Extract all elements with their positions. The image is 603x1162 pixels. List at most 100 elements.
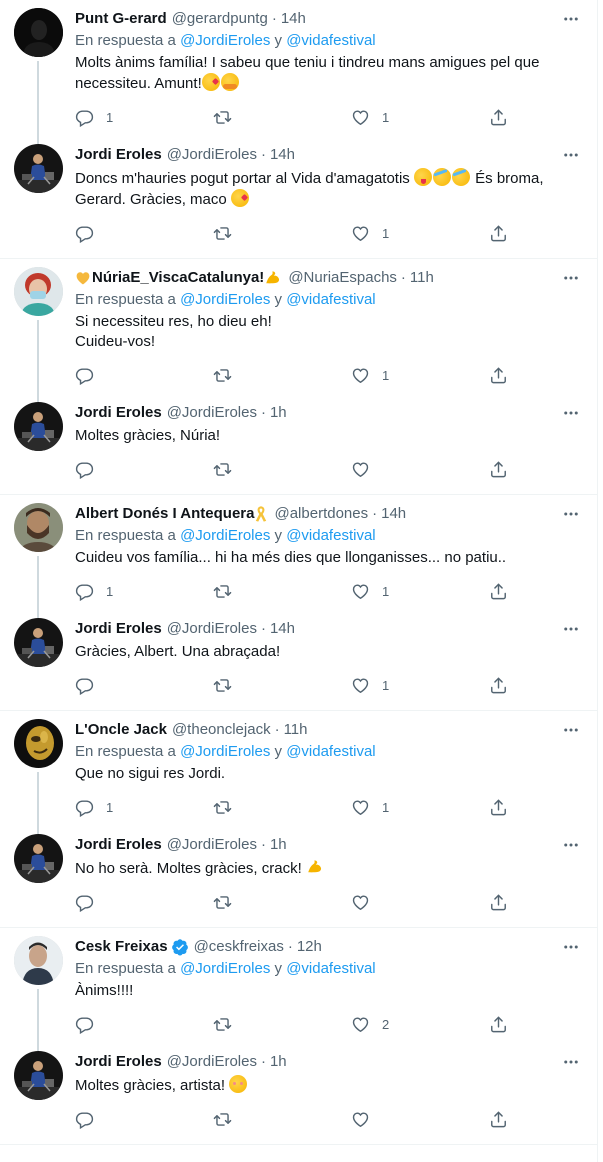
share-button[interactable] xyxy=(489,893,508,912)
timestamp[interactable]: 11h xyxy=(284,720,308,740)
reply-button[interactable] xyxy=(75,366,213,385)
retweet-button[interactable] xyxy=(213,108,351,127)
retweet-button[interactable] xyxy=(213,676,351,695)
author-handle[interactable]: @albertdones xyxy=(274,504,368,524)
retweet-button[interactable] xyxy=(213,582,351,601)
avatar[interactable] xyxy=(14,936,63,985)
tweet[interactable]: Punt G-erard @gerardpuntg · 14h En respu… xyxy=(0,0,597,144)
mention-link[interactable]: @vidafestival xyxy=(286,32,375,49)
avatar[interactable] xyxy=(14,144,63,193)
mention-link[interactable]: @JordiEroles xyxy=(180,527,270,544)
share-button[interactable] xyxy=(489,1110,508,1129)
mention-link[interactable]: @JordiEroles xyxy=(180,960,270,977)
author-handle[interactable]: @ceskfreixas xyxy=(194,937,284,957)
like-button[interactable]: 1 xyxy=(351,224,489,243)
reply-button[interactable] xyxy=(75,460,213,479)
like-button[interactable]: 1 xyxy=(351,108,489,127)
share-button[interactable] xyxy=(489,460,508,479)
author-handle[interactable]: @JordiEroles xyxy=(167,403,257,423)
author-handle[interactable]: @gerardpuntg xyxy=(172,9,268,29)
timestamp[interactable]: 12h xyxy=(297,937,322,957)
reply-button[interactable] xyxy=(75,676,213,695)
share-button[interactable] xyxy=(489,108,508,127)
retweet-button[interactable] xyxy=(213,224,351,243)
tweet[interactable]: NúriaE_ViscaCatalunya! @NuriaEspachs · 1… xyxy=(0,259,597,402)
more-options-icon[interactable] xyxy=(561,403,581,423)
author-name[interactable]: Jordi Eroles xyxy=(75,145,162,165)
author-handle[interactable]: @JordiEroles xyxy=(167,835,257,855)
author-handle[interactable]: @JordiEroles xyxy=(167,1052,257,1072)
timestamp[interactable]: 11h xyxy=(410,268,434,288)
retweet-button[interactable] xyxy=(213,798,351,817)
tweet[interactable]: Cesk Freixas @ceskfreixas · 12h En respu… xyxy=(0,928,597,1051)
tweet[interactable]: Jordi Eroles @JordiEroles · 1h Moltes gr… xyxy=(0,1049,597,1144)
avatar[interactable] xyxy=(14,267,63,316)
avatar[interactable] xyxy=(14,719,63,768)
author-name[interactable]: L'Oncle Jack xyxy=(75,720,167,740)
reply-button[interactable]: 1 xyxy=(75,108,213,127)
mention-link[interactable]: @vidafestival xyxy=(286,960,375,977)
share-button[interactable] xyxy=(489,224,508,243)
author-name[interactable]: Jordi Eroles xyxy=(75,835,162,855)
author-handle[interactable]: @JordiEroles xyxy=(167,619,257,639)
timestamp[interactable]: 14h xyxy=(281,9,306,29)
share-button[interactable] xyxy=(489,366,508,385)
timestamp[interactable]: 1h xyxy=(270,1052,287,1072)
share-button[interactable] xyxy=(489,1015,508,1034)
mention-link[interactable]: @JordiEroles xyxy=(180,32,270,49)
like-button[interactable] xyxy=(351,1110,489,1129)
tweet[interactable]: Jordi Eroles @JordiEroles · 1h No ho ser… xyxy=(0,832,597,927)
mention-link[interactable]: @vidafestival xyxy=(286,743,375,760)
mention-link[interactable]: @vidafestival xyxy=(286,291,375,308)
author-name[interactable]: Jordi Eroles xyxy=(75,1052,162,1072)
retweet-button[interactable] xyxy=(213,366,351,385)
avatar[interactable] xyxy=(14,8,63,57)
retweet-button[interactable] xyxy=(213,893,351,912)
retweet-button[interactable] xyxy=(213,460,351,479)
avatar[interactable] xyxy=(14,834,63,883)
timestamp[interactable]: 1h xyxy=(270,835,287,855)
tweet[interactable]: Albert Donés I Antequera @albertdones · … xyxy=(0,495,597,618)
reply-button[interactable]: 1 xyxy=(75,582,213,601)
author-handle[interactable]: @theonclejack xyxy=(172,720,271,740)
avatar[interactable] xyxy=(14,402,63,451)
timestamp[interactable]: 14h xyxy=(270,145,295,165)
avatar[interactable] xyxy=(14,1051,63,1100)
tweet[interactable]: Jordi Eroles @JordiEroles · 14h Gràcies,… xyxy=(0,616,597,710)
author-name[interactable]: Albert Donés I Antequera xyxy=(75,504,254,524)
author-name[interactable]: Cesk Freixas xyxy=(75,937,168,957)
author-handle[interactable]: @JordiEroles xyxy=(167,145,257,165)
timestamp[interactable]: 14h xyxy=(381,504,406,524)
like-button[interactable]: 1 xyxy=(351,582,489,601)
more-options-icon[interactable] xyxy=(561,835,581,855)
like-button[interactable] xyxy=(351,460,489,479)
like-button[interactable]: 1 xyxy=(351,676,489,695)
tweet[interactable]: L'Oncle Jack @theonclejack · 11h En resp… xyxy=(0,711,597,834)
more-options-icon[interactable] xyxy=(561,9,581,29)
share-button[interactable] xyxy=(489,582,508,601)
author-handle[interactable]: @NuriaEspachs xyxy=(288,268,397,288)
tweet[interactable]: Jordi Eroles @JordiEroles · 14h Doncs m'… xyxy=(0,142,597,258)
share-button[interactable] xyxy=(489,676,508,695)
more-options-icon[interactable] xyxy=(561,145,581,165)
like-button[interactable]: 2 xyxy=(351,1015,489,1034)
reply-button[interactable] xyxy=(75,224,213,243)
author-name[interactable]: Jordi Eroles xyxy=(75,619,162,639)
reply-button[interactable] xyxy=(75,1110,213,1129)
more-options-icon[interactable] xyxy=(561,504,581,524)
author-name[interactable]: Jordi Eroles xyxy=(75,403,162,423)
retweet-button[interactable] xyxy=(213,1110,351,1129)
more-options-icon[interactable] xyxy=(561,720,581,740)
retweet-button[interactable] xyxy=(213,1015,351,1034)
more-options-icon[interactable] xyxy=(561,1052,581,1072)
tweet[interactable]: Jordi Eroles @JordiEroles · 1h Moltes gr… xyxy=(0,400,597,494)
more-options-icon[interactable] xyxy=(561,619,581,639)
mention-link[interactable]: @JordiEroles xyxy=(180,291,270,308)
timestamp[interactable]: 1h xyxy=(270,403,287,423)
author-name[interactable]: Punt G-erard xyxy=(75,9,167,29)
mention-link[interactable]: @vidafestival xyxy=(286,527,375,544)
share-button[interactable] xyxy=(489,798,508,817)
more-options-icon[interactable] xyxy=(561,268,581,288)
timestamp[interactable]: 14h xyxy=(270,619,295,639)
mention-link[interactable]: @JordiEroles xyxy=(180,743,270,760)
